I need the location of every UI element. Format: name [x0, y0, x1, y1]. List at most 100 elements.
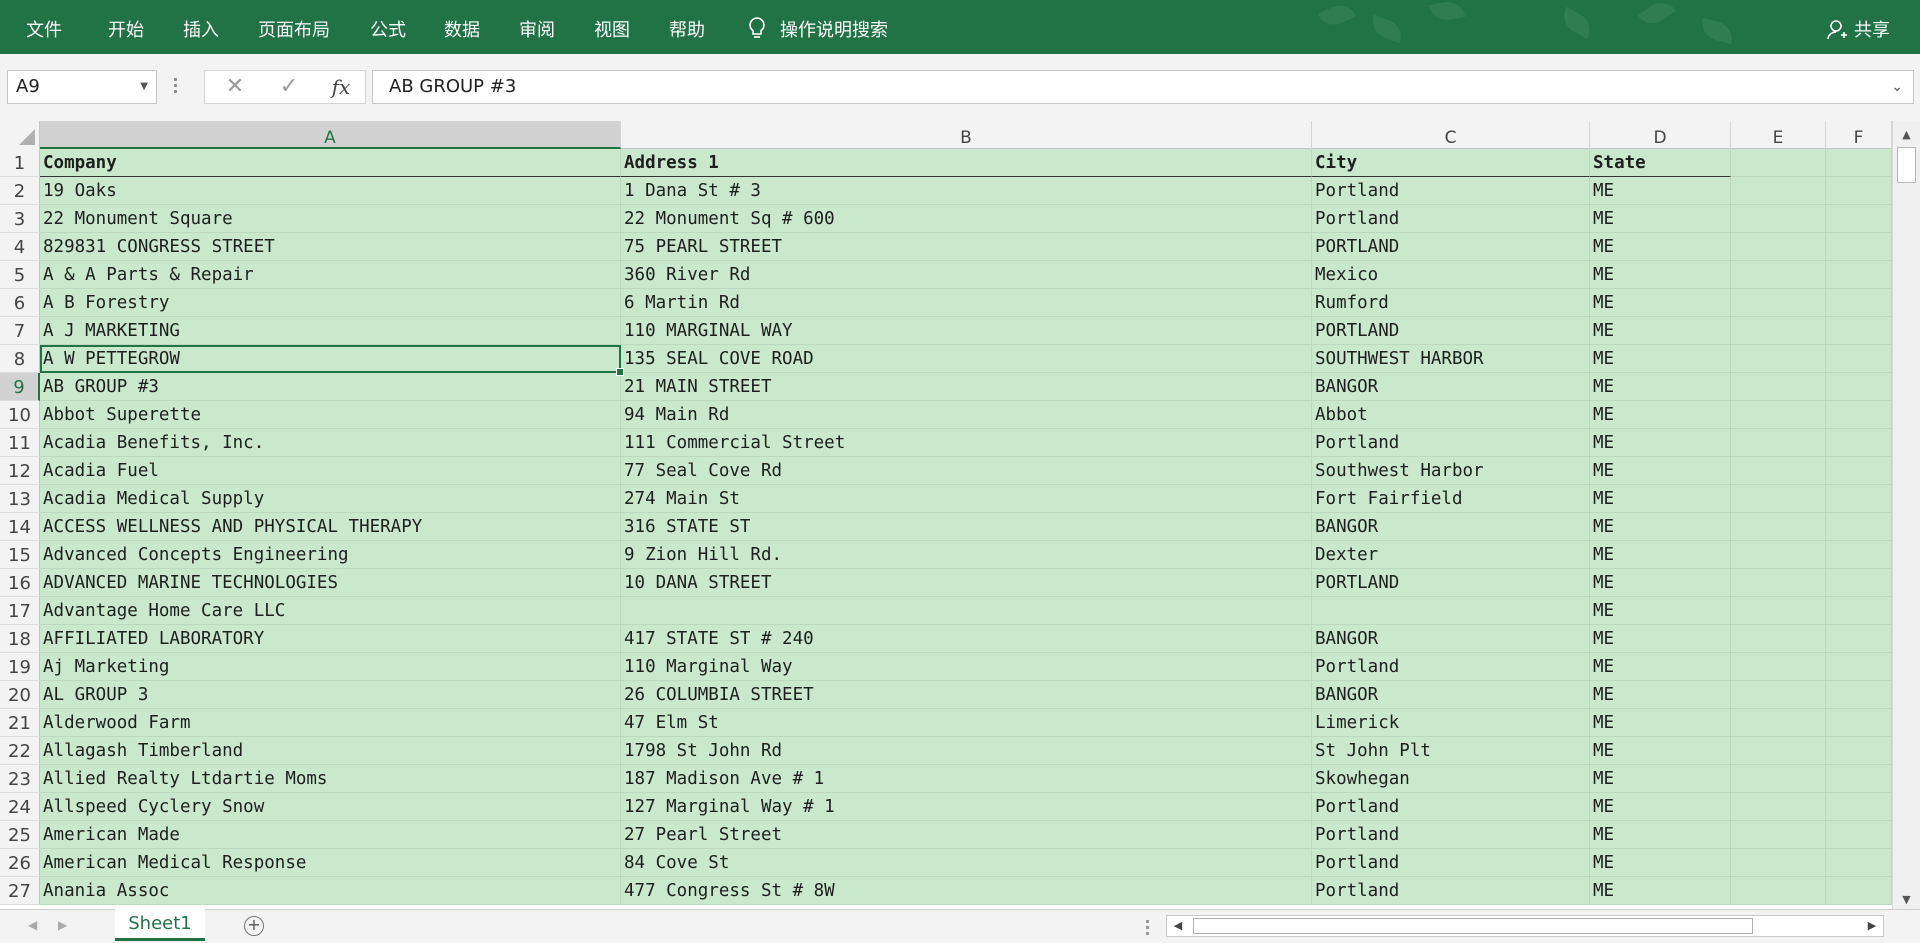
row-header[interactable]: 4	[0, 233, 40, 261]
cell-f11[interactable]	[1826, 429, 1892, 457]
cell-a5[interactable]: A & A Parts & Repair	[40, 261, 621, 289]
row-header[interactable]: 9	[0, 373, 40, 401]
cell-f17[interactable]	[1826, 597, 1892, 625]
cell-f6[interactable]	[1826, 289, 1892, 317]
cell-c20[interactable]: BANGOR	[1312, 681, 1590, 709]
cell-e10[interactable]	[1731, 401, 1826, 429]
column-header-a[interactable]: A	[40, 121, 621, 149]
cell-b10[interactable]: 94 Main Rd	[621, 401, 1312, 429]
horizontal-scrollbar[interactable]: ◀ ▶	[1166, 915, 1884, 937]
row-header[interactable]: 17	[0, 597, 40, 625]
cancel-icon[interactable]: ✕	[215, 71, 255, 103]
cell-b27[interactable]: 477 Congress St # 8W	[621, 877, 1312, 905]
cell-d20[interactable]: ME	[1590, 681, 1731, 709]
cell-c12[interactable]: Southwest Harbor	[1312, 457, 1590, 485]
cell-d24[interactable]: ME	[1590, 793, 1731, 821]
row-header[interactable]: 24	[0, 793, 40, 821]
cell-b21[interactable]: 47 Elm St	[621, 709, 1312, 737]
cell-a13[interactable]: Acadia Medical Supply	[40, 485, 621, 513]
tab-file[interactable]: 文件	[26, 0, 62, 54]
cell-a19[interactable]: Aj Marketing	[40, 653, 621, 681]
cell-e23[interactable]	[1731, 765, 1826, 793]
cell-e21[interactable]	[1731, 709, 1826, 737]
cell-e22[interactable]	[1731, 737, 1826, 765]
cell-d9[interactable]: ME	[1590, 373, 1731, 401]
row-header[interactable]: 22	[0, 737, 40, 765]
cell-e12[interactable]	[1731, 457, 1826, 485]
cell-a15[interactable]: Advanced Concepts Engineering	[40, 541, 621, 569]
cell-d7[interactable]: ME	[1590, 317, 1731, 345]
cell-c21[interactable]: Limerick	[1312, 709, 1590, 737]
cell-c4[interactable]: PORTLAND	[1312, 233, 1590, 261]
cell-c26[interactable]: Portland	[1312, 849, 1590, 877]
row-header[interactable]: 3	[0, 205, 40, 233]
scroll-left-icon[interactable]: ◀	[1167, 916, 1189, 936]
sheet-tab-sheet1[interactable]: Sheet1	[115, 909, 205, 941]
cell-c23[interactable]: Skowhegan	[1312, 765, 1590, 793]
tab-page-layout[interactable]: 页面布局	[258, 0, 330, 54]
cell-f10[interactable]	[1826, 401, 1892, 429]
add-sheet-icon[interactable]: +	[244, 916, 264, 936]
cell-c25[interactable]: Portland	[1312, 821, 1590, 849]
cell-f8[interactable]	[1826, 345, 1892, 373]
row-header[interactable]: 19	[0, 653, 40, 681]
cell-b26[interactable]: 84 Cove St	[621, 849, 1312, 877]
column-header-d[interactable]: D	[1590, 121, 1731, 149]
cell-e6[interactable]	[1731, 289, 1826, 317]
cell-e7[interactable]	[1731, 317, 1826, 345]
prev-sheet-icon[interactable]: ◀	[28, 918, 37, 932]
cell-a20[interactable]: AL GROUP 3	[40, 681, 621, 709]
cell-e13[interactable]	[1731, 485, 1826, 513]
cell-c13[interactable]: Fort Fairfield	[1312, 485, 1590, 513]
cell-b19[interactable]: 110 Marginal Way	[621, 653, 1312, 681]
cell-d3[interactable]: ME	[1590, 205, 1731, 233]
cell-c18[interactable]: BANGOR	[1312, 625, 1590, 653]
row-header[interactable]: 15	[0, 541, 40, 569]
cell-b15[interactable]: 9 Zion Hill Rd.	[621, 541, 1312, 569]
horizontal-scroll-thumb[interactable]	[1193, 918, 1753, 934]
cell-d17[interactable]: ME	[1590, 597, 1731, 625]
cell-b9[interactable]: 21 MAIN STREET	[621, 373, 1312, 401]
tell-me-search[interactable]: 操作说明搜索	[748, 0, 888, 54]
row-header[interactable]: 20	[0, 681, 40, 709]
cell-a23[interactable]: Allied Realty Ltdartie Moms	[40, 765, 621, 793]
cell-a22[interactable]: Allagash Timberland	[40, 737, 621, 765]
cell-e9[interactable]	[1731, 373, 1826, 401]
insert-function-icon[interactable]: fx	[321, 71, 361, 103]
cell-d10[interactable]: ME	[1590, 401, 1731, 429]
cell-e2[interactable]	[1731, 177, 1826, 205]
cell-f4[interactable]	[1826, 233, 1892, 261]
cell-b18[interactable]: 417 STATE ST # 240	[621, 625, 1312, 653]
row-header[interactable]: 6	[0, 289, 40, 317]
cell-b23[interactable]: 187 Madison Ave # 1	[621, 765, 1312, 793]
cell-d12[interactable]: ME	[1590, 457, 1731, 485]
cell-c27[interactable]: Portland	[1312, 877, 1590, 905]
cell-e18[interactable]	[1731, 625, 1826, 653]
row-header[interactable]: 16	[0, 569, 40, 597]
cell-f19[interactable]	[1826, 653, 1892, 681]
cell-e5[interactable]	[1731, 261, 1826, 289]
cell-c9[interactable]: BANGOR	[1312, 373, 1590, 401]
cell-b16[interactable]: 10 DANA STREET	[621, 569, 1312, 597]
cell-e11[interactable]	[1731, 429, 1826, 457]
cell-a27[interactable]: Anania Assoc	[40, 877, 621, 905]
cell-e14[interactable]	[1731, 513, 1826, 541]
cell-c6[interactable]: Rumford	[1312, 289, 1590, 317]
cell-c24[interactable]: Portland	[1312, 793, 1590, 821]
row-header[interactable]: 14	[0, 513, 40, 541]
cell-a7[interactable]: A J MARKETING	[40, 317, 621, 345]
row-header[interactable]: 11	[0, 429, 40, 457]
cell-f2[interactable]	[1826, 177, 1892, 205]
cell-d21[interactable]: ME	[1590, 709, 1731, 737]
cell-f3[interactable]	[1826, 205, 1892, 233]
cell-e3[interactable]	[1731, 205, 1826, 233]
cell-a18[interactable]: AFFILIATED LABORATORY	[40, 625, 621, 653]
formula-input[interactable]: AB GROUP #3 ⌄	[372, 70, 1914, 104]
cell-a1[interactable]: Company	[40, 149, 621, 177]
cell-d23[interactable]: ME	[1590, 765, 1731, 793]
tab-formulas[interactable]: 公式	[370, 0, 406, 54]
row-header[interactable]: 27	[0, 877, 40, 905]
cell-c3[interactable]: Portland	[1312, 205, 1590, 233]
cell-d15[interactable]: ME	[1590, 541, 1731, 569]
row-header[interactable]: 25	[0, 821, 40, 849]
